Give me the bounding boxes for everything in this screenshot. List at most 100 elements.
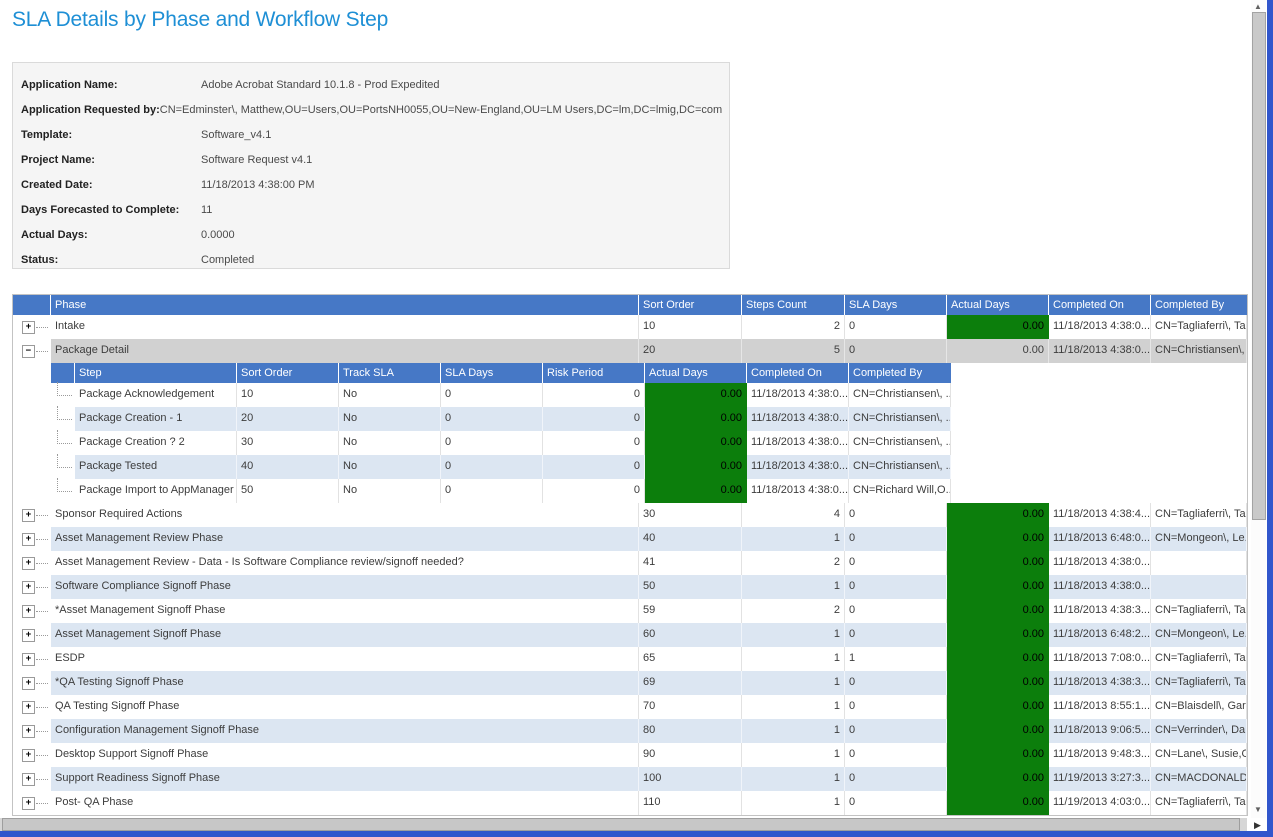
window-frame-right <box>1267 0 1273 837</box>
column-header-completed_on[interactable]: Completed On <box>1049 295 1150 315</box>
column-header-actual_days[interactable]: Actual Days <box>645 363 746 383</box>
phase-row[interactable]: +Asset Management Review - Data - Is Sof… <box>13 551 1247 575</box>
phase-row[interactable]: +ESDP65110.0011/18/2013 7:08:0...CN=Tagl… <box>13 647 1247 671</box>
cell-sla_days: 0 <box>845 527 947 551</box>
column-header-phase[interactable]: Phase <box>51 295 638 315</box>
horizontal-scrollbar-thumb[interactable] <box>2 818 1240 831</box>
step-row[interactable]: Package Tested40No000.0011/18/2013 4:38:… <box>51 455 951 479</box>
scroll-up-icon[interactable]: ▲ <box>1254 3 1262 11</box>
cell-completed_by: CN=Tagliaferri\, Ta.. <box>1151 315 1247 339</box>
phase-row[interactable]: +Software Compliance Signoff Phase50100.… <box>13 575 1247 599</box>
tree-connector-icon <box>36 587 48 588</box>
cell-risk_period: 0 <box>543 431 645 455</box>
cell-sla_days: 0 <box>441 455 543 479</box>
cell-track_sla: No <box>339 383 441 407</box>
phase-row[interactable]: +Asset Management Review Phase40100.0011… <box>13 527 1247 551</box>
cell-completed_by: CN=Christiansen\, ... <box>849 383 951 407</box>
expand-icon[interactable]: + <box>22 605 35 618</box>
column-header-sla_days[interactable]: SLA Days <box>845 295 946 315</box>
expand-icon[interactable]: + <box>22 629 35 642</box>
expand-icon[interactable]: + <box>22 797 35 810</box>
phase-row[interactable]: +Support Readiness Signoff Phase100100.0… <box>13 767 1247 791</box>
cell-actual_days: 0.00 <box>947 551 1049 575</box>
cell-completed_by: CN=Richard Will,O... <box>849 479 951 503</box>
column-header-icon[interactable] <box>51 363 74 383</box>
cell-sort_order: 110 <box>639 791 742 815</box>
column-header-risk_period[interactable]: Risk Period <box>543 363 644 383</box>
tree-connector-icon <box>36 515 48 516</box>
phase-row[interactable]: +QA Testing Signoff Phase70100.0011/18/2… <box>13 695 1247 719</box>
cell-steps_count: 5 <box>742 339 845 363</box>
cell-steps_count: 1 <box>742 575 845 599</box>
cell-completed_on: 11/18/2013 4:38:0... <box>747 431 849 455</box>
expand-icon[interactable]: + <box>22 701 35 714</box>
expand-icon[interactable]: + <box>22 557 35 570</box>
cell-step: Package Creation - 1 <box>75 407 237 431</box>
expand-icon[interactable]: + <box>22 749 35 762</box>
phase-row[interactable]: +Configuration Management Signoff Phase8… <box>13 719 1247 743</box>
column-header-actual_days[interactable]: Actual Days <box>947 295 1048 315</box>
phase-row-gutter: + <box>13 503 51 527</box>
step-row[interactable]: Package Import to AppManager50No000.0011… <box>51 479 951 503</box>
cell-sort_order: 50 <box>237 479 339 503</box>
vertical-scrollbar[interactable] <box>1251 0 1266 818</box>
cell-step: Package Tested <box>75 455 237 479</box>
phase-row[interactable]: +Desktop Support Signoff Phase90100.0011… <box>13 743 1247 767</box>
phase-row[interactable]: +*Asset Management Signoff Phase59200.00… <box>13 599 1247 623</box>
expand-icon[interactable]: + <box>22 653 35 666</box>
info-field-value: 0.0000 <box>201 229 235 241</box>
column-header-sort_order[interactable]: Sort Order <box>639 295 741 315</box>
expand-icon[interactable]: + <box>22 533 35 546</box>
collapse-icon[interactable]: − <box>22 345 35 358</box>
phase-row-gutter: + <box>13 551 51 575</box>
column-header-icon[interactable] <box>13 295 50 315</box>
cell-completed_on: 11/18/2013 4:38:0... <box>747 455 849 479</box>
phase-row[interactable]: +Asset Management Signoff Phase60100.001… <box>13 623 1247 647</box>
column-header-completed_on[interactable]: Completed On <box>747 363 848 383</box>
column-header-sort_order[interactable]: Sort Order <box>237 363 338 383</box>
scroll-down-icon[interactable]: ▼ <box>1254 806 1262 814</box>
window-frame-bottom <box>0 831 1273 837</box>
column-header-track_sla[interactable]: Track SLA <box>339 363 440 383</box>
scroll-right-icon[interactable]: ▶ <box>1254 821 1261 829</box>
step-row[interactable]: Package Creation ? 230No000.0011/18/2013… <box>51 431 951 455</box>
cell-completed_on: 11/18/2013 4:38:0... <box>1049 339 1151 363</box>
phase-row[interactable]: +*QA Testing Signoff Phase69100.0011/18/… <box>13 671 1247 695</box>
cell-completed_by: CN=Lane\, Susie,O.. <box>1151 743 1247 767</box>
expand-icon[interactable]: + <box>22 725 35 738</box>
column-header-completed_by[interactable]: Completed By <box>849 363 951 383</box>
cell-track_sla: No <box>339 479 441 503</box>
horizontal-scrollbar[interactable] <box>0 818 1247 831</box>
step-row[interactable]: Package Acknowledgement10No000.0011/18/2… <box>51 383 951 407</box>
cell-completed_by: CN=Christiansen\, ... <box>849 431 951 455</box>
cell-phase: Package Detail <box>51 339 639 363</box>
expand-icon[interactable]: + <box>22 677 35 690</box>
expand-icon[interactable]: + <box>22 581 35 594</box>
tree-connector-icon <box>57 454 72 468</box>
cell-completed_by: CN=Tagliaferri\, Ta.. <box>1151 791 1247 815</box>
expand-icon[interactable]: + <box>22 509 35 522</box>
column-header-sla_days[interactable]: SLA Days <box>441 363 542 383</box>
cell-sla_days: 0 <box>845 695 947 719</box>
cell-sort_order: 20 <box>237 407 339 431</box>
column-header-completed_by[interactable]: Completed By <box>1151 295 1247 315</box>
vertical-scrollbar-thumb[interactable] <box>1252 12 1266 520</box>
expand-icon[interactable]: + <box>22 321 35 334</box>
cell-sort_order: 10 <box>237 383 339 407</box>
cell-actual_days: 0.00 <box>947 503 1049 527</box>
column-header-steps_count[interactable]: Steps Count <box>742 295 844 315</box>
column-header-step[interactable]: Step <box>75 363 236 383</box>
phase-row[interactable]: +Post- QA Phase110100.0011/19/2013 4:03:… <box>13 791 1247 815</box>
info-field-label: Project Name: <box>21 154 201 166</box>
info-field-value: CN=Edminster\, Matthew,OU=Users,OU=Ports… <box>160 104 722 116</box>
step-row[interactable]: Package Creation - 120No000.0011/18/2013… <box>51 407 951 431</box>
cell-sort_order: 41 <box>639 551 742 575</box>
cell-actual_days: 0.00 <box>947 695 1049 719</box>
cell-sla_days: 0 <box>441 431 543 455</box>
phase-row[interactable]: −Package Detail20500.0011/18/2013 4:38:0… <box>13 339 1247 363</box>
cell-phase: ESDP <box>51 647 639 671</box>
info-row: Created Date:11/18/2013 4:38:00 PM <box>21 172 721 197</box>
expand-icon[interactable]: + <box>22 773 35 786</box>
phase-row[interactable]: +Intake10200.0011/18/2013 4:38:0...CN=Ta… <box>13 315 1247 339</box>
phase-row[interactable]: +Sponsor Required Actions30400.0011/18/2… <box>13 503 1247 527</box>
